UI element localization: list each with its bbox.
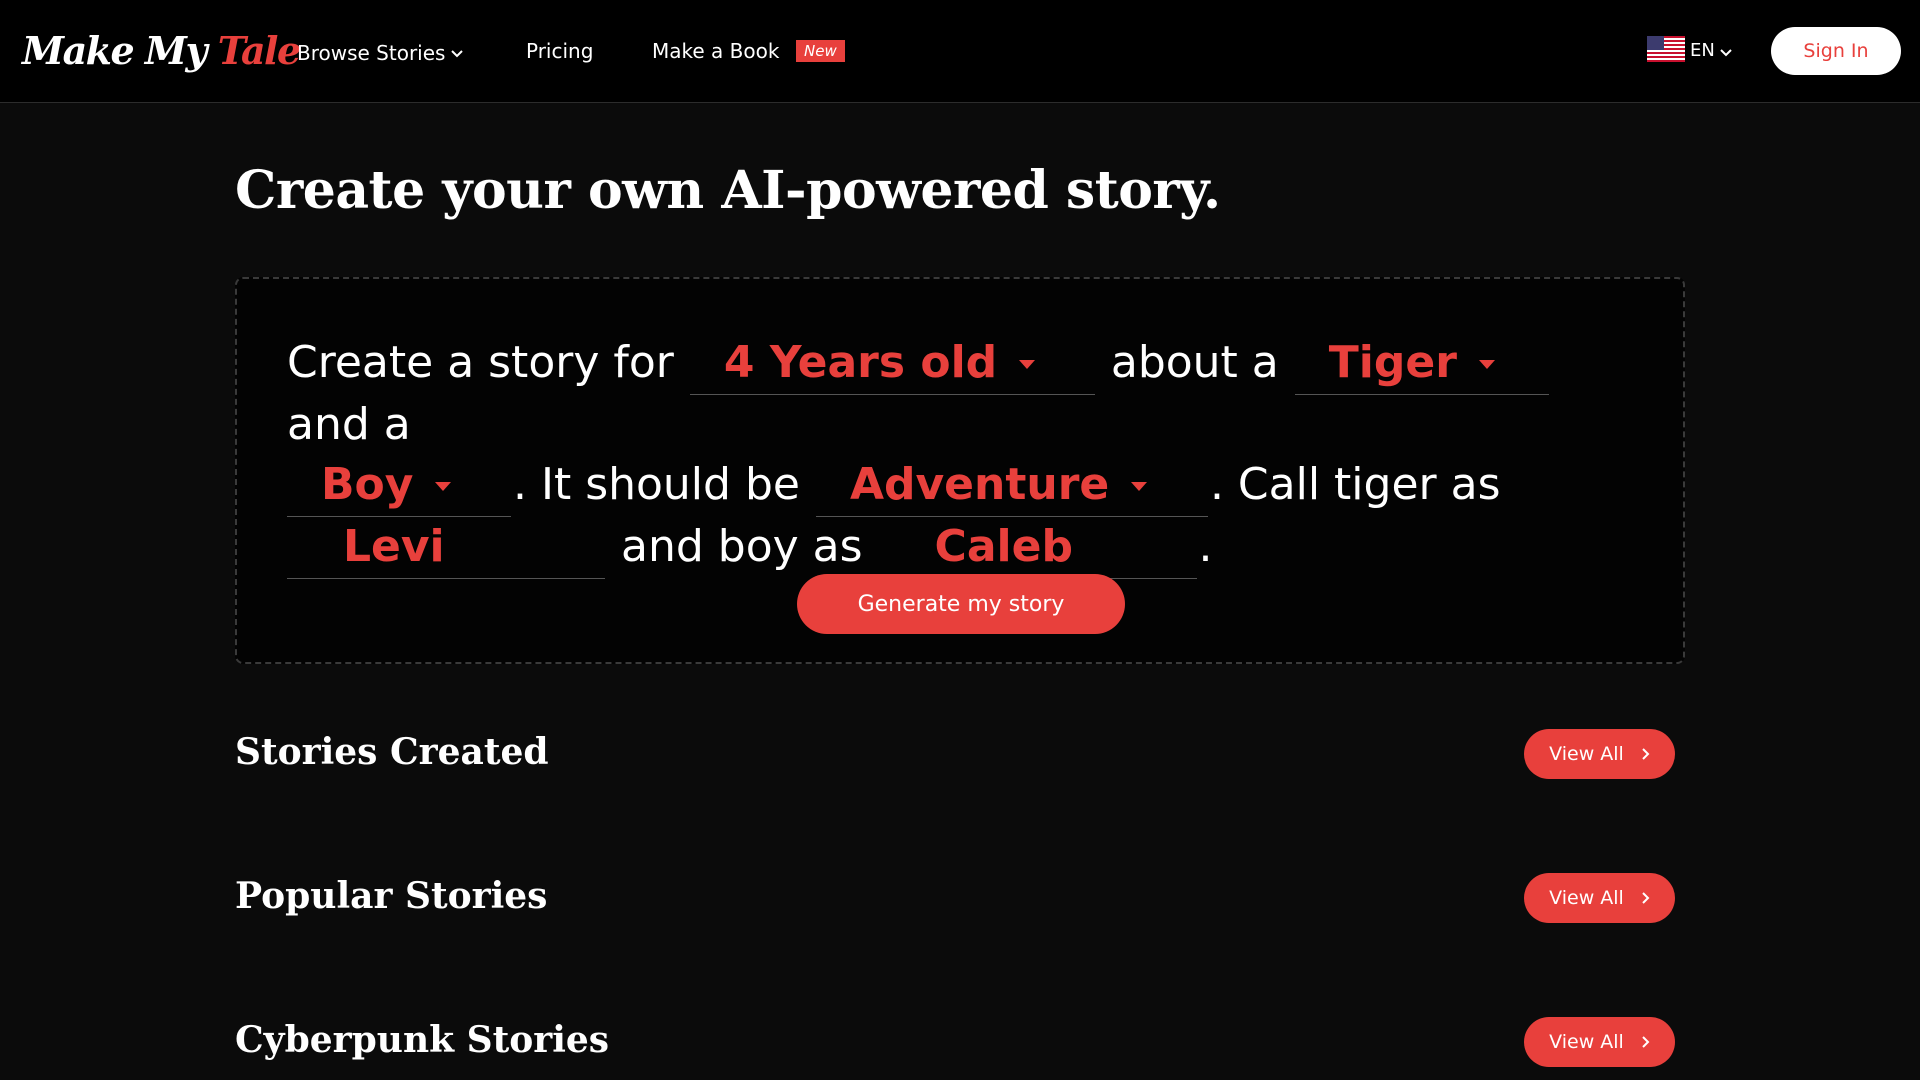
chevron-right-icon (1642, 1032, 1650, 1053)
logo-text-make-my: Make My (22, 28, 218, 73)
us-flag-icon (1647, 36, 1685, 66)
caret-down-icon (1019, 360, 1036, 369)
language-selector[interactable]: EN (1647, 36, 1732, 66)
animal-dropdown[interactable]: Tiger (1294, 333, 1549, 395)
site-logo[interactable]: Make My Tale (22, 28, 301, 74)
section-title-cyberpunk-stories: Cyberpunk Stories (235, 1019, 610, 1061)
sign-in-button[interactable]: Sign In (1771, 27, 1901, 75)
prompt-text: about a (1110, 337, 1279, 388)
prompt-text: and a (287, 399, 411, 450)
top-navbar: Make My Tale Browse Stories Pricing Make… (0, 0, 1920, 103)
chevron-right-icon (1642, 744, 1650, 765)
new-badge: New (796, 40, 845, 62)
caret-down-icon (1478, 360, 1495, 369)
prompt-text: . (1198, 521, 1213, 572)
section-title-stories-created: Stories Created (235, 731, 549, 773)
prompt-text: . Call tiger as (1209, 459, 1501, 510)
gender-dropdown[interactable]: Boy (287, 455, 511, 517)
view-all-label: View All (1549, 743, 1624, 765)
caret-down-icon (1131, 482, 1148, 491)
child-name-input[interactable]: Caleb (878, 517, 1197, 579)
nav-pricing[interactable]: Pricing (526, 38, 593, 64)
chevron-right-icon (1642, 888, 1650, 909)
story-prompt-sentence: Create a story for 4 Years old about a T… (287, 333, 1647, 579)
story-builder-panel: Create a story for 4 Years old about a T… (235, 277, 1685, 664)
logo-text-tale: Tale (217, 28, 301, 73)
prompt-text: . It should be (513, 459, 800, 510)
nav-browse-stories[interactable]: Browse Stories (297, 38, 464, 66)
age-dropdown[interactable]: 4 Years old (689, 333, 1095, 395)
genre-dropdown[interactable]: Adventure (815, 455, 1208, 517)
nav-make-a-book[interactable]: Make a Book (652, 38, 779, 64)
view-all-button[interactable]: View All (1524, 729, 1675, 779)
section-title-popular-stories: Popular Stories (235, 875, 548, 917)
age-value: 4 Years old (723, 337, 998, 388)
caret-down-icon (435, 482, 452, 491)
view-all-button[interactable]: View All (1524, 873, 1675, 923)
view-all-label: View All (1549, 887, 1624, 909)
nav-browse-label: Browse Stories (297, 41, 446, 65)
genre-value: Adventure (849, 459, 1110, 510)
generate-story-button[interactable]: Generate my story (797, 574, 1125, 634)
language-label: EN (1690, 40, 1715, 61)
prompt-text: Create a story for (287, 337, 674, 388)
view-all-label: View All (1549, 1031, 1624, 1053)
animal-name-input[interactable]: Levi (287, 517, 605, 579)
chevron-down-icon (451, 38, 464, 64)
page-title: Create your own AI-powered story. (235, 160, 1221, 221)
animal-value: Tiger (1328, 337, 1457, 388)
gender-value: Boy (321, 459, 414, 510)
prompt-text: and boy as (621, 521, 863, 572)
view-all-button[interactable]: View All (1524, 1017, 1675, 1067)
chevron-down-icon (1720, 42, 1732, 61)
